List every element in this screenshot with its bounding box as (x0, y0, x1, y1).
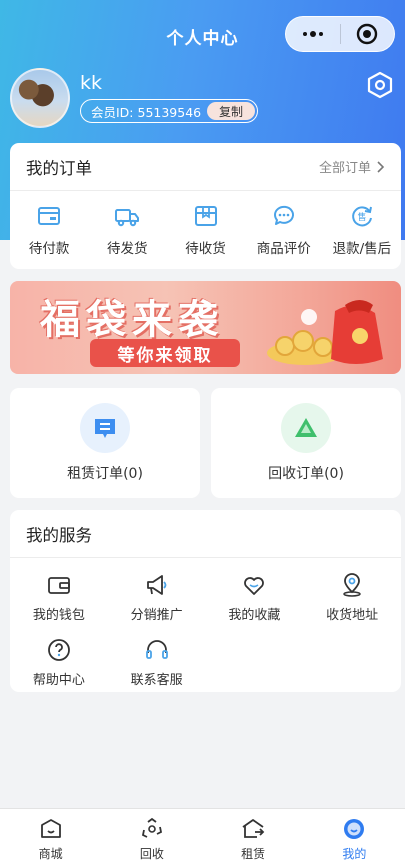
order-pending-receipt-label: 待收货 (185, 241, 226, 257)
all-orders-link[interactable]: 全部订单 (319, 157, 385, 176)
tab-rental-label: 租赁 (241, 846, 266, 861)
rental-orders-label: 租赁订单(0) (67, 466, 143, 482)
service-promotion[interactable]: 分销推广 (108, 572, 206, 623)
tab-rental[interactable]: 租赁 (203, 809, 304, 868)
more-menu-button[interactable] (286, 31, 340, 37)
recycle-orders-label: 回收订单(0) (268, 466, 344, 482)
service-help[interactable]: 帮助中心 (10, 637, 108, 688)
settings-hexagon-icon[interactable] (365, 70, 395, 100)
recycle-icon (141, 817, 162, 838)
service-favorites-label: 我的收藏 (228, 608, 281, 623)
service-help-label: 帮助中心 (32, 673, 85, 688)
service-support-label: 联系客服 (130, 673, 183, 688)
document-list-icon (95, 419, 115, 438)
tab-mine[interactable]: 我的 (304, 809, 405, 868)
username: kk (80, 72, 103, 94)
avatar[interactable] (10, 68, 70, 128)
question-circle-icon (47, 639, 70, 661)
order-pending-receipt[interactable]: 待收货 (166, 191, 244, 269)
refund-icon: 售 (352, 206, 372, 227)
target-icon (357, 23, 378, 45)
service-support[interactable]: 联系客服 (108, 637, 206, 688)
shop-icon (40, 818, 61, 838)
tab-recycle[interactable]: 回收 (101, 809, 202, 868)
all-orders-label: 全部订单 (318, 161, 371, 176)
miniapp-capsule (285, 16, 395, 52)
order-refund-label: 退款/售后 (332, 241, 392, 257)
order-review[interactable]: 商品评价 (245, 191, 323, 269)
banner-cta: 等你来领取 (90, 339, 240, 367)
tab-recycle-label: 回收 (139, 846, 164, 861)
tab-mine-label: 我的 (342, 846, 367, 861)
copy-button[interactable]: 复制 (207, 102, 255, 120)
order-pending-payment-label: 待付款 (28, 241, 70, 257)
banner-headline: 福袋来袭 (40, 297, 224, 343)
order-refund[interactable]: 售 退款/售后 (323, 191, 401, 269)
wallet-icon (47, 577, 70, 594)
recycle-icon-circle (281, 403, 331, 453)
rental-orders-card[interactable]: 租赁订单(0) (10, 388, 200, 498)
close-miniapp-button[interactable] (340, 23, 394, 45)
my-orders-card: 我的订单 全部订单 待付款 待发货 待收货 商品评价 售 退款/售后 (10, 143, 401, 269)
megaphone-icon (146, 575, 167, 595)
headset-icon (145, 640, 168, 659)
orders-header: 我的订单 全部订单 (10, 143, 401, 191)
order-review-label: 商品评价 (256, 241, 311, 257)
my-services-card: 我的服务 我的钱包 分销推广 我的收藏 收货地址 帮助中心 联系客服 (10, 510, 401, 692)
rental-icon-circle (80, 403, 130, 453)
recycle-triangle-icon (295, 418, 317, 437)
order-pending-shipment[interactable]: 待发货 (88, 191, 166, 269)
tab-shop[interactable]: 商城 (0, 809, 101, 868)
services-title: 我的服务 (26, 525, 92, 545)
rental-house-icon (242, 818, 265, 838)
bottom-tab-bar: 商城 回收 租赁 我的 (0, 808, 405, 868)
order-pending-shipment-label: 待发货 (107, 241, 148, 257)
wallet-card-icon (38, 207, 61, 225)
recycle-orders-card[interactable]: 回收订单(0) (211, 388, 401, 498)
service-promotion-label: 分销推广 (130, 608, 183, 623)
lucky-bag-icon (267, 300, 383, 365)
services-header: 我的服务 (10, 510, 401, 558)
chevron-right-icon (377, 160, 385, 173)
order-pending-payment[interactable]: 待付款 (10, 191, 88, 269)
service-favorites[interactable]: 我的收藏 (206, 572, 304, 623)
heart-icon (244, 577, 265, 595)
member-id-badge: 会员ID: 55139546 复制 (80, 99, 258, 123)
tab-shop-label: 商城 (38, 846, 63, 861)
location-pin-icon (343, 573, 361, 597)
lucky-bag-banner[interactable]: 福袋来袭 等你来领取 (10, 281, 401, 374)
service-wallet[interactable]: 我的钱包 (10, 572, 108, 623)
svg-text:售: 售 (357, 211, 366, 223)
service-wallet-label: 我的钱包 (32, 608, 85, 623)
truck-icon (115, 209, 140, 227)
profile-icon (344, 818, 365, 839)
member-id-text: 会员ID: 55139546 (91, 104, 202, 120)
chat-bubble-icon (273, 205, 294, 225)
package-box-icon (194, 206, 217, 226)
service-address-label: 收货地址 (326, 608, 379, 623)
orders-title: 我的订单 (26, 158, 92, 178)
service-address[interactable]: 收货地址 (303, 572, 401, 623)
